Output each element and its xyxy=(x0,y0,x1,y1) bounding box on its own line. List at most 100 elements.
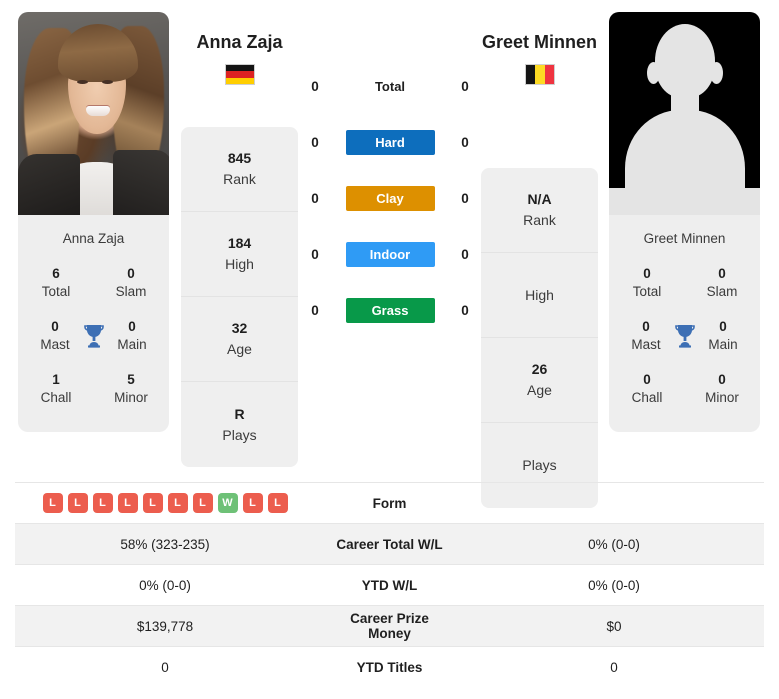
surface-right-score: 0 xyxy=(461,246,469,262)
surface-left-score: 0 xyxy=(311,134,319,150)
titles-row: 0 Mast 0 Main xyxy=(26,313,161,366)
row-left-value: 58% (323-235) xyxy=(120,536,210,552)
rank-cell-plays: R Plays xyxy=(222,405,257,443)
surface-label-grass[interactable]: Grass xyxy=(345,297,435,323)
rank-cell-rank: N/A Rank xyxy=(481,168,598,253)
surface-row-indoor: 0 Indoor 0 xyxy=(304,226,476,282)
surface-label-hard[interactable]: Hard xyxy=(345,129,435,155)
left-player-photo xyxy=(18,12,169,215)
titles-row: 0 Chall 0 Minor xyxy=(617,366,752,419)
trophy-icon xyxy=(80,323,107,349)
belgium-flag xyxy=(481,64,598,85)
form-right-cell xyxy=(464,483,764,524)
row-label: Career Prize Money xyxy=(350,611,429,641)
surface-row-clay: 0 Clay 0 xyxy=(304,170,476,226)
rank-cell-high: 184 High xyxy=(181,212,298,297)
form-badge-l[interactable]: L xyxy=(267,493,288,513)
titles-total: 0 Total xyxy=(632,266,662,300)
form-badge-l[interactable]: L xyxy=(142,493,163,513)
surface-label-total: Total xyxy=(374,78,406,94)
titles-row: 0 Total 0 Slam xyxy=(617,260,752,313)
right-player-name: Greet Minnen xyxy=(481,32,597,52)
titles-main: 0 Main xyxy=(708,318,738,352)
titles-minor: 0 Minor xyxy=(705,371,739,405)
photo-detail xyxy=(77,80,88,84)
row-right-value: $0 xyxy=(606,618,622,634)
form-badge-l[interactable]: L xyxy=(42,493,63,513)
form-badge-l[interactable]: L xyxy=(92,493,113,513)
surface-row-hard: 0 Hard 0 xyxy=(304,114,476,170)
photo-detail xyxy=(18,154,80,215)
surface-right-score: 0 xyxy=(461,134,469,150)
table-row: $139,778 Career Prize Money $0 xyxy=(15,605,764,647)
form-badge-l[interactable]: L xyxy=(67,493,88,513)
form-badge-l[interactable]: L xyxy=(167,493,188,513)
rank-cell-high: High xyxy=(481,253,598,338)
titles-slam: 0 Slam xyxy=(706,266,738,300)
photo-detail xyxy=(86,106,110,116)
row-right-value: 0% (0-0) xyxy=(588,536,640,552)
right-player-card: Greet Minnen 0 Total 0 Slam 0 Mast 0 Mai… xyxy=(609,12,760,433)
left-titles-grid: 6 Total 0 Slam 0 Mast 0 Main 1 Chall 5 M… xyxy=(18,260,169,432)
table-row-form: LLLLLLLWLL Form xyxy=(15,482,764,524)
left-player-card: Anna Zaja 6 Total 0 Slam 0 Mast 0 Main 1… xyxy=(18,12,169,433)
rank-cell-rank: 845 Rank xyxy=(181,127,298,212)
left-player-name: Anna Zaja xyxy=(196,32,283,52)
photo-detail xyxy=(647,62,660,84)
titles-row: 1 Chall 5 Minor xyxy=(26,366,161,419)
photo-detail xyxy=(609,188,760,215)
titles-row: 0 Mast 0 Main xyxy=(617,313,752,366)
titles-total: 6 Total xyxy=(41,266,71,300)
table-row: 0 YTD Titles 0 xyxy=(15,646,764,688)
player-comparison-page: Anna Zaja 6 Total 0 Slam 0 Mast 0 Main 1… xyxy=(0,0,779,699)
form-strip: LLLLLLLWLL xyxy=(27,493,303,513)
photo-detail xyxy=(102,80,113,84)
right-titles-grid: 0 Total 0 Slam 0 Mast 0 Main 0 Chall 0 M… xyxy=(609,260,760,432)
titles-chall: 0 Chall xyxy=(631,371,663,405)
row-right-value: 0 xyxy=(610,659,618,675)
surface-label-clay[interactable]: Clay xyxy=(345,185,435,211)
comparison-header: Anna Zaja 6 Total 0 Slam 0 Mast 0 Main 1… xyxy=(0,0,779,508)
comparison-stats-table: LLLLLLLWLL Form 58% (323-235) Career Tot… xyxy=(15,482,764,688)
surface-row-total: 0 Total 0 xyxy=(304,58,476,114)
row-label: YTD W/L xyxy=(361,577,418,593)
table-row: 0% (0-0) YTD W/L 0% (0-0) xyxy=(15,564,764,606)
form-badge-l[interactable]: L xyxy=(117,493,138,513)
row-label: YTD Titles xyxy=(356,659,423,675)
surface-left-score: 0 xyxy=(311,302,319,318)
table-row: 58% (323-235) Career Total W/L 0% (0-0) xyxy=(15,523,764,565)
row-label: Career Total W/L xyxy=(336,536,443,552)
row-left-value: $139,778 xyxy=(136,618,194,634)
trophy-icon xyxy=(671,323,698,349)
right-player-heading: Greet Minnen xyxy=(481,32,598,85)
left-player-heading: Anna Zaja xyxy=(181,32,298,85)
rank-cell-age: 26 Age xyxy=(481,338,598,423)
germany-flag xyxy=(181,64,298,85)
surface-left-score: 0 xyxy=(311,246,319,262)
photo-detail xyxy=(113,150,169,215)
titles-slam: 0 Slam xyxy=(115,266,147,300)
surface-left-score: 0 xyxy=(311,78,319,94)
left-player-photo-name: Anna Zaja xyxy=(62,231,125,246)
titles-row: 6 Total 0 Slam xyxy=(26,260,161,313)
right-player-photo xyxy=(609,12,760,215)
rank-cell-age: 32 Age xyxy=(181,297,298,382)
surface-left-score: 0 xyxy=(311,190,319,206)
form-label: Form xyxy=(372,495,407,511)
form-left-cell: LLLLLLLWLL xyxy=(15,483,315,524)
form-badge-w[interactable]: W xyxy=(217,493,238,513)
right-player-photo-name: Greet Minnen xyxy=(643,231,726,246)
surface-comparison-column: 0 Total 0 0 Hard 0 0 Clay 0 0 Indoor 0 0 xyxy=(304,58,476,338)
titles-chall: 1 Chall xyxy=(40,371,72,405)
photo-detail xyxy=(710,62,723,84)
titles-mast: 0 Mast xyxy=(40,318,70,352)
titles-main: 0 Main xyxy=(117,318,147,352)
surface-right-score: 0 xyxy=(461,78,469,94)
titles-mast: 0 Mast xyxy=(631,318,661,352)
form-badge-l[interactable]: L xyxy=(192,493,213,513)
surface-label-indoor[interactable]: Indoor xyxy=(345,241,435,267)
row-right-value: 0% (0-0) xyxy=(588,577,640,593)
left-rank-card: 845 Rank 184 High 32 Age R Plays xyxy=(181,127,298,467)
row-left-value: 0 xyxy=(161,659,169,675)
form-badge-l[interactable]: L xyxy=(242,493,263,513)
